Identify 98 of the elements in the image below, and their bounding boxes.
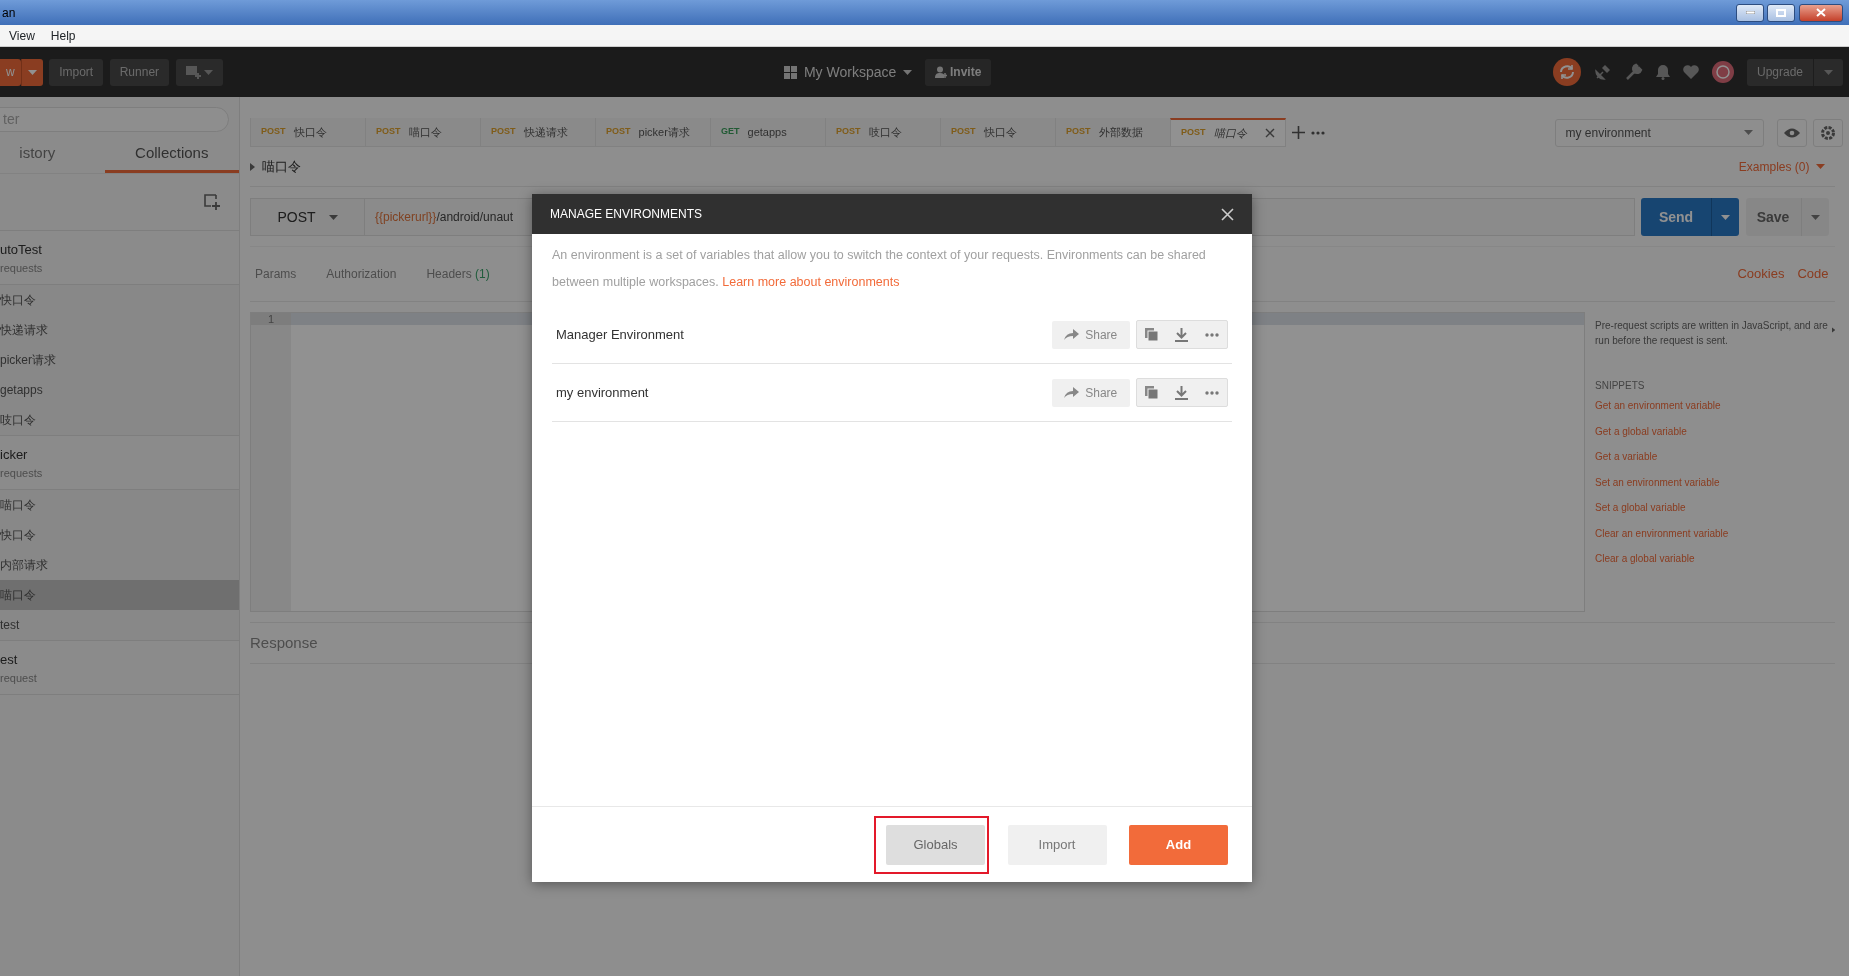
- settings-button[interactable]: [1813, 118, 1843, 147]
- save-button[interactable]: Save: [1745, 198, 1801, 236]
- request-option-tab[interactable]: Params: [255, 265, 297, 283]
- maximize-button[interactable]: [1767, 3, 1796, 22]
- duplicate-icon[interactable]: [1145, 328, 1159, 341]
- request-tab[interactable]: POST 快递请求: [480, 118, 596, 147]
- environment-select[interactable]: my environment: [1554, 118, 1764, 147]
- minimize-icon: [1745, 11, 1755, 14]
- import-button[interactable]: Import: [49, 58, 104, 86]
- satellite-icon[interactable]: [1593, 63, 1612, 81]
- method-select[interactable]: POST: [250, 198, 365, 236]
- environment-name[interactable]: my environment: [556, 382, 1052, 403]
- sync-icon[interactable]: [1552, 58, 1581, 86]
- add-icon[interactable]: [1291, 126, 1305, 139]
- avatar-icon[interactable]: [1711, 61, 1734, 83]
- grid-icon: [784, 65, 798, 79]
- sidebar-tab[interactable]: Collections: [104, 135, 239, 174]
- send-dropdown-button[interactable]: [1711, 198, 1739, 236]
- minimize-button[interactable]: [1736, 3, 1764, 22]
- dialog-button[interactable]: Import: [1007, 824, 1107, 865]
- share-button[interactable]: Share: [1051, 378, 1130, 407]
- add-button[interactable]: Add: [1129, 824, 1228, 865]
- more-icon[interactable]: [1204, 332, 1219, 337]
- snippet-link[interactable]: Get a global variable: [1595, 418, 1835, 444]
- menu-item[interactable]: Help: [41, 26, 83, 45]
- settings-icon: [1820, 124, 1836, 141]
- caret-icon: [1743, 130, 1753, 135]
- request-tab[interactable]: POST 外部数据: [1055, 118, 1171, 147]
- window-plus-icon: [185, 65, 201, 79]
- request-tab[interactable]: POST 喵口令: [365, 118, 481, 147]
- caret-icon: [328, 214, 338, 220]
- snippet-link[interactable]: Clear a global variable: [1595, 546, 1835, 572]
- expand-icon[interactable]: [1831, 326, 1835, 334]
- response-heading: Response: [250, 632, 318, 653]
- upgrade-dropdown-button[interactable]: [1813, 58, 1843, 86]
- maximize-icon: [1776, 8, 1787, 17]
- caret-icon: [27, 70, 37, 76]
- eye-icon: [1783, 127, 1800, 138]
- modal-description: An environment is a set of variables that allow you to switch the context of your requests. Environments can be shared between multiple workspaces. Learn more about environments: [551, 247, 1207, 291]
- person-plus-icon: [934, 66, 947, 78]
- more-icon[interactable]: [1311, 130, 1325, 135]
- new-window-button[interactable]: [175, 58, 223, 86]
- help-text: Pre-request scripts are written in JavaScript, and are run before the request is sent.: [1595, 319, 1829, 348]
- sidebar-tab[interactable]: istory: [0, 135, 105, 174]
- close-icon[interactable]: [1265, 128, 1275, 138]
- dialog-button[interactable]: Globals: [886, 824, 985, 865]
- download-icon[interactable]: [1175, 327, 1188, 342]
- request-tab[interactable]: POST 快口令: [250, 118, 366, 147]
- send-button[interactable]: Send: [1641, 198, 1711, 236]
- caret-icon: [1810, 215, 1820, 221]
- snippets-heading: SNIPPETS: [1595, 379, 1646, 393]
- more-icon[interactable]: [1204, 390, 1219, 395]
- expand-icon: [250, 162, 255, 171]
- environment-name[interactable]: Manager Environment: [556, 324, 1052, 345]
- share-button[interactable]: Share: [1051, 320, 1130, 349]
- bell-icon[interactable]: [1655, 64, 1670, 80]
- snippet-link[interactable]: Get a variable: [1595, 444, 1835, 470]
- caret-icon: [1721, 215, 1730, 221]
- invite-button[interactable]: Invite: [924, 58, 992, 86]
- duplicate-icon[interactable]: [1145, 386, 1159, 399]
- workspace-menu[interactable]: My Workspace: [784, 61, 912, 83]
- request-option-tab[interactable]: Authorization: [326, 265, 397, 283]
- request-tab[interactable]: POST picker请求: [595, 118, 711, 147]
- share-arrow-icon: [1063, 329, 1079, 340]
- modal-title: MANAGE ENVIRONMENTS: [550, 206, 702, 223]
- request-tab[interactable]: GET getapps: [710, 118, 826, 147]
- share-arrow-icon: [1063, 387, 1079, 398]
- menu-item[interactable]: View: [0, 26, 42, 45]
- snippet-link[interactable]: Get an environment variable: [1595, 393, 1835, 419]
- wrench-icon[interactable]: [1624, 63, 1643, 81]
- request-tab[interactable]: POST 吱口令: [825, 118, 941, 147]
- close-button[interactable]: [1798, 3, 1843, 22]
- caret-icon: [1824, 70, 1833, 76]
- learn-more-link[interactable]: Learn more about environments: [722, 275, 900, 289]
- snippet-link[interactable]: Set a global variable: [1595, 495, 1835, 521]
- new-button[interactable]: w: [0, 58, 21, 86]
- snippet-link[interactable]: Set an environment variable: [1595, 469, 1835, 495]
- request-item[interactable]: 喵口令: [0, 580, 239, 611]
- snippet-link[interactable]: Clear an environment variable: [1595, 520, 1835, 546]
- runner-button[interactable]: Runner: [109, 58, 170, 86]
- header-link[interactable]: Code: [1797, 264, 1829, 284]
- upgrade-button[interactable]: Upgrade: [1746, 58, 1813, 86]
- heart-icon[interactable]: [1682, 65, 1699, 79]
- request-tab[interactable]: POST 快口令: [940, 118, 1056, 147]
- request-option-tab[interactable]: Headers (1): [426, 265, 490, 283]
- breadcrumb-toggle[interactable]: 喵口令: [250, 156, 301, 177]
- request-tab[interactable]: POST 喵口令: [1170, 118, 1286, 147]
- new-collection-icon[interactable]: [204, 193, 221, 211]
- caret-icon: [1816, 164, 1825, 169]
- examples-dropdown[interactable]: Examples (0): [1738, 157, 1825, 176]
- close-icon: [1815, 8, 1826, 17]
- window-title: an: [1, 4, 16, 22]
- header-link[interactable]: Cookies: [1737, 264, 1785, 284]
- download-icon[interactable]: [1175, 385, 1188, 400]
- new-dropdown-button[interactable]: [20, 58, 43, 86]
- caret-icon: [902, 69, 912, 75]
- caret-icon: [203, 69, 213, 75]
- quick-look-button[interactable]: [1776, 118, 1807, 147]
